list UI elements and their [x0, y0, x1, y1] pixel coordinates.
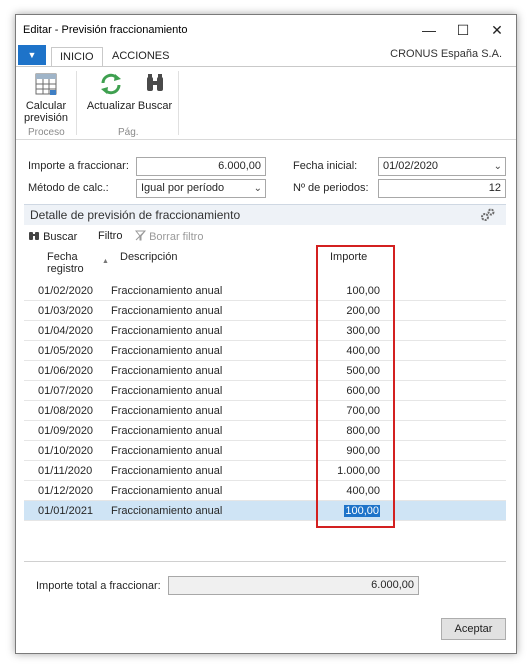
periodos-value: 12	[488, 182, 501, 194]
column-header-fecha[interactable]: Fecha registro	[47, 251, 84, 275]
cell-fecha: 01/09/2020	[38, 425, 94, 437]
part-filtro-button[interactable]: Filtro	[98, 230, 122, 242]
table-row-selected[interactable]: 01/01/2021 Fraccionamiento anual 100,00	[24, 501, 506, 521]
fecha-inicial-input[interactable]: 01/02/2020 ⌄	[378, 157, 506, 176]
column-header-fecha-line1: Fecha	[47, 251, 78, 263]
part-toolbar: Buscar Filtro Borrar filtro	[24, 227, 506, 247]
table-row[interactable]: 01/11/2020 Fraccionamiento anual 1.000,0…	[24, 461, 506, 481]
tab-inicio[interactable]: INICIO	[51, 47, 103, 67]
cell-descripcion: Fraccionamiento anual	[111, 485, 223, 497]
footer-divider	[24, 561, 506, 562]
periodos-label: Nº de periodos:	[293, 182, 369, 194]
part-header: Detalle de previsión de fraccionamiento	[24, 204, 506, 225]
group-label-pag: Pág.	[118, 127, 139, 138]
chevron-down-icon[interactable]: ⌄	[494, 158, 502, 175]
cell-fecha: 01/12/2020	[38, 485, 94, 497]
calcular-prevision-button[interactable]: Calcular previsión	[20, 71, 72, 124]
sort-ascending-icon: ▲	[102, 258, 109, 265]
ribbon-tabs: ▼ INICIO ACCIONES CRONUS España S.A.	[16, 45, 516, 67]
dialog-window: Editar - Previsión fraccionamiento — ☐ ✕…	[15, 14, 517, 654]
cell-fecha: 01/10/2020	[38, 445, 94, 457]
app-menu-button[interactable]: ▼	[18, 45, 46, 65]
metodo-label: Método de calc.:	[28, 182, 109, 194]
cell-descripcion: Fraccionamiento anual	[111, 505, 223, 517]
cell-fecha: 01/06/2020	[38, 365, 94, 377]
group-separator	[178, 71, 179, 135]
importe-label: Importe a fraccionar:	[28, 160, 129, 172]
highlight-box	[316, 245, 395, 528]
table-row[interactable]: 01/05/2020 Fraccionamiento anual 400,00	[24, 341, 506, 361]
cell-descripcion: Fraccionamiento anual	[111, 325, 223, 337]
buscar-ribbon-button[interactable]: Buscar	[137, 71, 173, 112]
total-field: 6.000,00	[168, 576, 419, 595]
cell-descripcion: Fraccionamiento anual	[111, 305, 223, 317]
minimize-button[interactable]: —	[412, 15, 446, 45]
cell-fecha: 01/03/2020	[38, 305, 94, 317]
column-header-descripcion[interactable]: Descripción	[120, 251, 177, 263]
chevron-down-icon[interactable]: ⌄	[254, 180, 262, 197]
calculator-grid-icon	[35, 73, 57, 95]
actualizar-button[interactable]: Actualizar	[85, 71, 137, 112]
part-borrar-filtro-button[interactable]: Borrar filtro	[134, 230, 204, 243]
cell-fecha: 01/04/2020	[38, 325, 94, 337]
refresh-icon	[101, 73, 121, 95]
cell-fecha: 01/01/2021	[38, 505, 94, 517]
binoculars-icon	[29, 232, 39, 240]
cell-descripcion: Fraccionamiento anual	[111, 465, 223, 477]
binoculars-icon	[147, 74, 163, 91]
table-row[interactable]: 01/08/2020 Fraccionamiento anual 700,00	[24, 401, 506, 421]
title-bar: Editar - Previsión fraccionamiento — ☐ ✕	[16, 15, 516, 45]
importe-value: 6.000,00	[218, 160, 261, 172]
actualizar-label: Actualizar	[86, 100, 136, 112]
table-row[interactable]: 01/09/2020 Fraccionamiento anual 800,00	[24, 421, 506, 441]
metodo-select[interactable]: Igual por período ⌄	[136, 179, 266, 198]
tab-acciones[interactable]: ACCIONES	[104, 47, 177, 67]
table-row[interactable]: 01/10/2020 Fraccionamiento anual 900,00	[24, 441, 506, 461]
funnel-clear-icon	[134, 230, 147, 241]
cell-descripcion: Fraccionamiento anual	[111, 345, 223, 357]
periodos-input[interactable]: 12	[378, 179, 506, 198]
group-separator	[76, 71, 77, 135]
calcular-prevision-label: Calcular previsión	[23, 100, 69, 124]
fecha-inicial-label: Fecha inicial:	[293, 160, 358, 172]
column-header-fecha-line2: registro	[47, 263, 84, 275]
cell-fecha: 01/07/2020	[38, 385, 94, 397]
group-label-proceso: Proceso	[28, 127, 65, 138]
table-row[interactable]: 01/12/2020 Fraccionamiento anual 400,00	[24, 481, 506, 501]
cell-descripcion: Fraccionamiento anual	[111, 285, 223, 297]
total-label: Importe total a fraccionar:	[36, 580, 161, 592]
company-name: CRONUS España S.A.	[390, 48, 502, 60]
maximize-button[interactable]: ☐	[446, 15, 480, 45]
cell-fecha: 01/05/2020	[38, 345, 94, 357]
part-buscar-button[interactable]: Buscar	[28, 230, 77, 243]
cell-descripcion: Fraccionamiento anual	[111, 445, 223, 457]
table-row[interactable]: 01/06/2020 Fraccionamiento anual 500,00	[24, 361, 506, 381]
table-row[interactable]: 01/03/2020 Fraccionamiento anual 200,00	[24, 301, 506, 321]
part-borrar-filtro-label: Borrar filtro	[149, 231, 204, 243]
part-title: Detalle de previsión de fraccionamiento	[30, 208, 241, 222]
importe-input[interactable]: 6.000,00	[136, 157, 266, 176]
cell-fecha: 01/11/2020	[38, 465, 93, 477]
cell-descripcion: Fraccionamiento anual	[111, 365, 223, 377]
fecha-inicial-value: 01/02/2020	[383, 160, 439, 172]
buscar-ribbon-label: Buscar	[137, 100, 173, 112]
table-row[interactable]: 01/02/2020 Fraccionamiento anual 100,00	[24, 281, 506, 301]
ribbon: Calcular previsión Actualizar Buscar Pro…	[16, 66, 516, 140]
cell-descripcion: Fraccionamiento anual	[111, 425, 223, 437]
cell-descripcion: Fraccionamiento anual	[111, 405, 223, 417]
accept-button[interactable]: Aceptar	[441, 618, 506, 640]
cell-descripcion: Fraccionamiento anual	[111, 385, 223, 397]
metodo-value: Igual por período	[141, 182, 225, 194]
cell-fecha: 01/08/2020	[38, 405, 94, 417]
cell-fecha: 01/02/2020	[38, 285, 94, 297]
window-title: Editar - Previsión fraccionamiento	[23, 24, 188, 36]
part-buscar-label: Buscar	[43, 231, 78, 243]
total-value: 6.000,00	[371, 579, 414, 591]
close-button[interactable]: ✕	[480, 15, 514, 45]
gears-icon[interactable]	[480, 208, 496, 222]
table-row[interactable]: 01/07/2020 Fraccionamiento anual 600,00	[24, 381, 506, 401]
table-row[interactable]: 01/04/2020 Fraccionamiento anual 300,00	[24, 321, 506, 341]
